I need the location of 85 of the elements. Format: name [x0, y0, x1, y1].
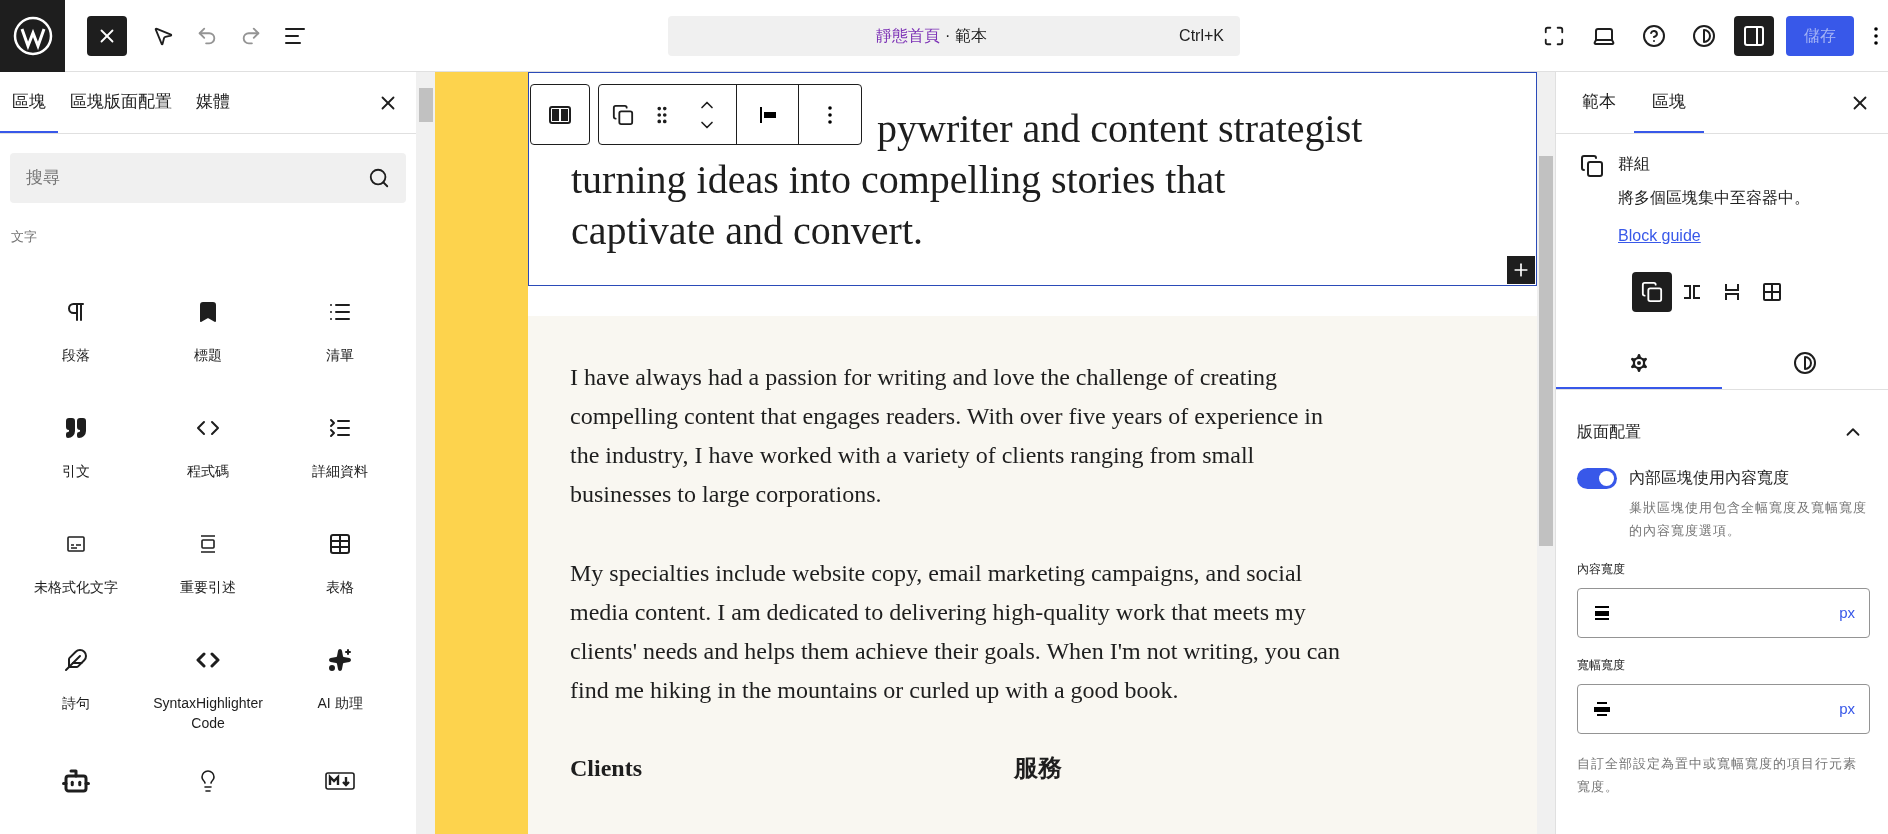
block-item[interactable]: 詩句: [10, 644, 142, 757]
block-label: 表格: [325, 577, 355, 597]
shortcut-label: Ctrl+K: [1179, 25, 1224, 46]
group-icon: [612, 103, 634, 126]
variation-button[interactable]: [1632, 272, 1672, 312]
block-type-button[interactable]: [530, 84, 590, 145]
width-icon: [1592, 603, 1612, 623]
heading-line: turning ideas into compelling stories that: [571, 156, 1226, 204]
more-icon: [828, 105, 832, 124]
sidebar-tab[interactable]: 範本: [1564, 72, 1634, 133]
table-icon: [328, 531, 352, 556]
block-label: 重要引述: [179, 577, 237, 597]
unit-label: px: [1839, 602, 1855, 623]
columns-icon: [549, 105, 571, 124]
markdown-icon: [325, 770, 355, 791]
paragraph: I have always had a passion for writing and love the challenge of creating compelling content that engages readers. With over five years of experience in the industry, I have worked with a variety of clients ranging from small businesses to large corporations.: [570, 363, 1324, 509]
close-button[interactable]: [87, 15, 127, 56]
category-label: 文字: [11, 228, 38, 246]
group-icon: [1641, 281, 1663, 303]
field-label: 內容寬度: [1577, 561, 1626, 578]
paragraph: My specialties include website copy, email marketing campaigns, and social media content. I am dedicated to delivering high-quality work that meets my clients' needs and helps them achieve their goals. When I'm not writing, you can find me hiking in the mountains or curled up with a good book.: [570, 559, 1341, 705]
toggle-label: 內部區塊使用內容寬度: [1629, 468, 1789, 488]
quote-icon: [64, 415, 88, 440]
heading-block[interactable]: pywriter and content strategist turning ideas into compelling stories that captivate and convert.: [528, 72, 1537, 286]
heading-line: captivate and convert.: [571, 207, 924, 255]
block-label: 未格式化文字: [33, 577, 119, 597]
more-icon: [1874, 26, 1878, 45]
heading-line: pywriter and content strategist: [877, 105, 1363, 153]
block-item[interactable]: AI 助理: [274, 644, 406, 757]
wide-width-icon: [1592, 699, 1612, 719]
column-heading: Clients: [570, 754, 643, 783]
inserter-tab[interactable]: 區塊: [0, 72, 58, 133]
fullscreen-icon: [1543, 24, 1565, 47]
feather-icon: [64, 647, 88, 672]
scrollbar[interactable]: [416, 72, 435, 834]
block-label: 詳細資料: [311, 461, 369, 481]
command-title: 靜態首頁 · 範本: [875, 25, 988, 46]
block-item[interactable]: 未格式化文字: [10, 528, 142, 641]
block-label: 詩句: [61, 693, 91, 713]
sparkles-icon: [328, 647, 352, 672]
block-item[interactable]: 引文: [10, 412, 142, 525]
command-bar[interactable]: 靜態首頁 · 範本 Ctrl+K: [668, 15, 1240, 56]
layout-help: 自訂全部設定為置中或寬幅寬度的項目行元素寬度。: [1577, 755, 1858, 796]
toggle-help: 巢狀區塊使用包含全幅寬度及寬幅寬度的內容寬度選項。: [1629, 499, 1868, 540]
scrollbar[interactable]: [1537, 72, 1555, 834]
width-field[interactable]: px: [1577, 588, 1870, 638]
inserter-tab[interactable]: 媒體: [184, 72, 242, 133]
block-item[interactable]: 詳細資料: [274, 412, 406, 525]
help-icon: [1642, 23, 1666, 48]
search-icon: [368, 167, 390, 189]
block-label: 引文: [61, 461, 91, 481]
width-field[interactable]: px: [1577, 684, 1870, 734]
logo-icon: [12, 15, 53, 56]
column-heading: 服務: [1013, 754, 1063, 783]
block-label: 段落: [61, 345, 91, 365]
logo[interactable]: [0, 0, 65, 72]
block-title: 群組: [1618, 154, 1651, 174]
block-item[interactable]: 清單: [274, 296, 406, 409]
block-item[interactable]: 段落: [10, 296, 142, 409]
block-description: 將多個區塊集中至容器中。: [1618, 188, 1810, 208]
toggle-switch[interactable]: [1577, 467, 1617, 489]
search-field[interactable]: 搜尋: [10, 153, 406, 203]
settings-button[interactable]: [1734, 15, 1774, 56]
block-guide-link[interactable]: Block guide: [1618, 224, 1701, 248]
contrast-icon: [1692, 23, 1716, 48]
block-label: 標題: [193, 345, 223, 365]
block-label: SyntaxHighlighter Code: [152, 693, 264, 733]
block-item[interactable]: 重要引述: [142, 528, 274, 641]
block-item[interactable]: SyntaxHighlighter Code: [142, 644, 274, 757]
unit-label: px: [1839, 698, 1855, 719]
sidebar-tab[interactable]: 區塊: [1634, 72, 1704, 133]
block-item[interactable]: 表格: [274, 528, 406, 641]
add-block-button[interactable]: [1507, 256, 1535, 284]
block-item[interactable]: 標題: [142, 296, 274, 409]
sidebar-icon: [1742, 23, 1766, 48]
contrast-icon: [1793, 350, 1817, 375]
block-label: 清單: [325, 345, 355, 365]
field-label: 寬幅寬度: [1577, 657, 1626, 674]
grid-icon: [1760, 280, 1784, 304]
block-item[interactable]: 程式碼: [142, 412, 274, 525]
inserter-tab[interactable]: 區塊版面配置: [58, 72, 184, 133]
group-icon: [1580, 154, 1604, 178]
block-label: AI 助理: [316, 693, 364, 713]
layout-panel-header[interactable]: 版面配置: [1556, 414, 1888, 450]
block-label: 程式碼: [186, 461, 230, 481]
